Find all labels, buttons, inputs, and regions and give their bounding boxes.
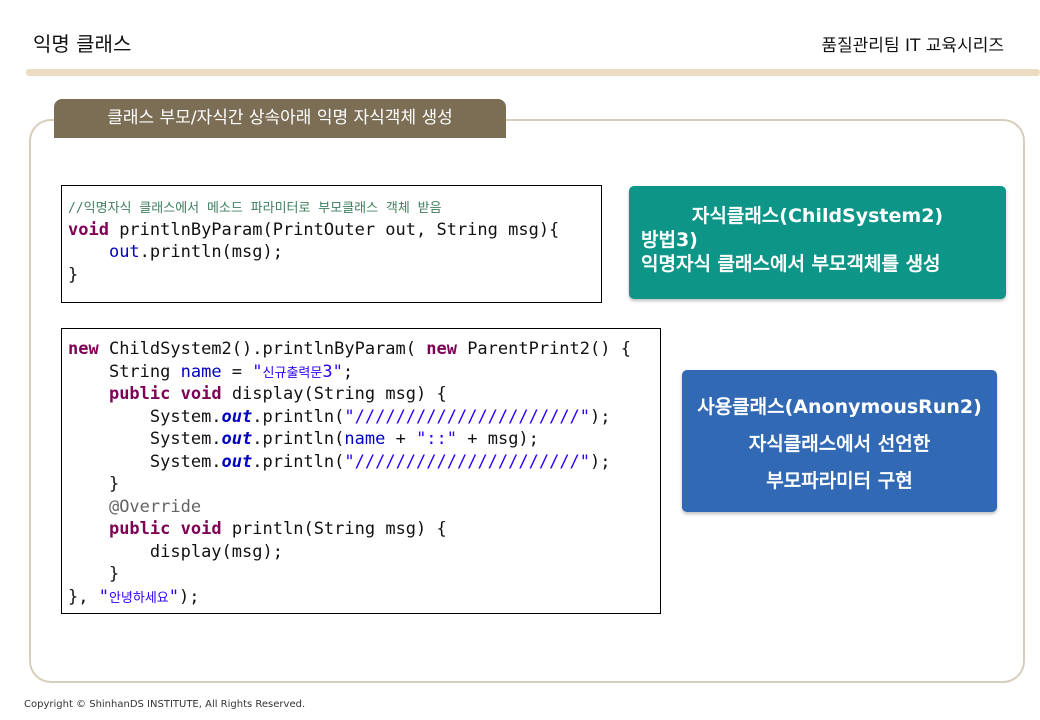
callout-user-class: 사용클래스(AnonymousRun2) 자식클래스에서 선언한 부모파라미터 …: [682, 370, 997, 512]
code-line: }, "안녕하세요");: [68, 586, 660, 609]
code-token: .println(msg);: [139, 242, 283, 262]
code-token: );: [179, 586, 200, 607]
code-token: @Override: [108, 496, 202, 517]
code-token: );: [590, 406, 611, 427]
callout-line: 익명자식 클래스에서 부모객체를 생성: [641, 253, 941, 275]
code-token: .println(: [252, 429, 345, 449]
code-block-method-signature: //익명자식 클래스에서 메소드 파라미터로 부모클래스 객체 받음 void p…: [61, 185, 602, 303]
code-line: }: [68, 563, 660, 586]
page-title: 익명 클래스: [33, 32, 132, 56]
code-token: display(msg);: [149, 541, 283, 562]
code-token: out: [221, 406, 253, 427]
field: out: [108, 242, 140, 262]
header-divider: [26, 69, 1040, 76]
code-token: 신규출력문: [262, 365, 323, 381]
code-token: ": [252, 361, 263, 382]
code-token: void: [180, 519, 222, 539]
code-token: public: [108, 384, 171, 404]
code-token: }: [108, 564, 120, 584]
code-token: },: [68, 586, 99, 607]
series-title: 품질관리팀 IT 교육시리즈: [821, 36, 1004, 56]
code-line: System.out.println("////////////////////…: [68, 406, 660, 429]
code-line: out.println(msg);: [68, 241, 601, 264]
code-line: System.out.println("////////////////////…: [68, 451, 660, 474]
code-line: display(msg);: [68, 541, 660, 564]
code-token: +: [385, 429, 417, 449]
callout-line: 사용클래스(AnonymousRun2): [697, 396, 982, 418]
code-line: //익명자식 클래스에서 메소드 파라미터로 부모클래스 객체 받음: [68, 196, 601, 219]
code-line: void printlnByParam(PrintOuter out, Stri…: [68, 219, 601, 242]
callout-child-class: 자식클래스(ChildSystem2) 방법3) 익명자식 클래스에서 부모객체…: [629, 186, 1006, 299]
code-token: ": [168, 586, 180, 607]
code-token: new: [68, 339, 99, 359]
code-token: System.: [149, 451, 222, 472]
code-line: public void display(String msg) {: [68, 383, 660, 406]
code-token: System.: [149, 429, 222, 449]
callout-line: 자식클래스(ChildSystem2): [691, 205, 944, 227]
code-comment: //익명자식 클래스에서 메소드 파라미터로 부모클래스 객체 받음: [68, 201, 442, 216]
section-label: 클래스 부모/자식간 상속아래 익명 자식객체 생성: [54, 99, 506, 138]
code-token: 3": [322, 361, 343, 382]
code-line: new ChildSystem2().printlnByParam( new P…: [68, 338, 660, 361]
code-token: out: [221, 429, 253, 449]
code-token: ChildSystem2().printlnByParam(: [98, 339, 427, 359]
code-token: "::": [416, 429, 458, 449]
code-token: 안녕하세요: [108, 590, 169, 606]
callout-line: 자식클래스에서 선언한: [748, 433, 931, 455]
code-token: ;: [342, 361, 354, 382]
code-token: display(String msg) {: [221, 384, 447, 404]
code-token: out: [221, 451, 253, 472]
code-token: ParentPrint2() {: [456, 339, 631, 359]
code-token: "//////////////////////": [344, 451, 591, 472]
keyword: void: [68, 219, 109, 240]
code-token: name: [180, 361, 222, 382]
code-block-anonymous-class: new ChildSystem2().printlnByParam( new P…: [61, 328, 661, 614]
code-token: =: [221, 361, 253, 382]
code-token: printlnByParam(PrintOuter out, String ms…: [108, 219, 560, 240]
code-token: println(String msg) {: [221, 519, 447, 539]
code-token: new: [426, 339, 457, 359]
code-line: }: [68, 264, 601, 287]
code-line: }: [68, 473, 660, 496]
code-token: .println(: [252, 406, 345, 427]
code-line: System.out.println(name + "::" + msg);: [68, 428, 660, 451]
code-line: @Override: [68, 496, 660, 519]
code-token: );: [590, 451, 611, 472]
callout-line: 방법3): [641, 229, 698, 251]
code-token: ": [98, 586, 109, 607]
code-line: public void println(String msg) {: [68, 518, 660, 541]
code-line: String name = "신규출력문3";: [68, 361, 660, 384]
code-token: String: [108, 361, 181, 382]
code-token: name: [344, 429, 386, 449]
code-token: .println(: [252, 451, 345, 472]
code-token: System.: [149, 406, 222, 427]
code-token: void: [180, 384, 222, 404]
code-token: }: [108, 474, 120, 494]
code-token: public: [108, 519, 171, 539]
copyright-text: Copyright © ShinhanDS INSTITUTE, All Rig…: [24, 699, 306, 710]
callout-line: 부모파라미터 구현: [766, 470, 913, 492]
code-token: + msg);: [457, 429, 539, 449]
code-token: "//////////////////////": [344, 406, 591, 427]
code-token: }: [68, 264, 79, 285]
